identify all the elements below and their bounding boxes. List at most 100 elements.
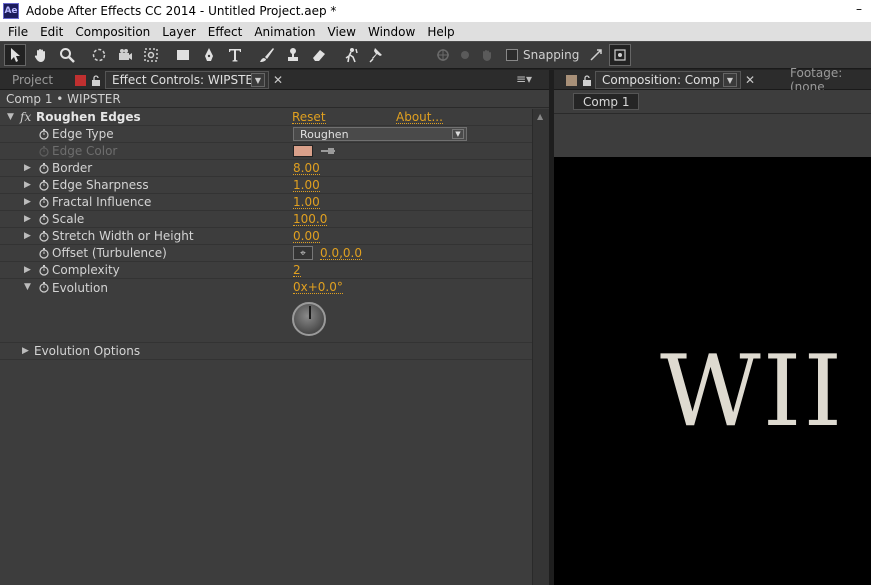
layer-dropdown-arrow-icon[interactable]: ▼ — [251, 73, 265, 87]
stopwatch-icon[interactable] — [38, 179, 50, 191]
stopwatch-icon[interactable] — [38, 162, 50, 174]
world-axis-mode-icon[interactable] — [454, 44, 476, 66]
pan-behind-tool-icon[interactable] — [140, 44, 162, 66]
snapping-checkbox[interactable] — [506, 49, 518, 61]
stopwatch-icon[interactable] — [38, 247, 50, 259]
edge-type-dropdown[interactable]: Roughen ▼ — [293, 127, 467, 141]
rotation-tool-icon[interactable] — [88, 44, 110, 66]
selection-tool-icon[interactable] — [4, 44, 26, 66]
pen-tool-icon[interactable] — [198, 44, 220, 66]
lock-icon[interactable] — [582, 75, 592, 86]
effect-controls-color-icon — [75, 75, 86, 86]
property-row-complexity: ▶ Complexity 2 — [0, 262, 532, 279]
tab-effect-controls[interactable]: Effect Controls: WIPSTER ▼ — [105, 71, 269, 89]
property-label: Evolution — [52, 280, 108, 295]
complexity-value[interactable]: 2 — [293, 264, 301, 277]
twirl-closed-icon[interactable]: ▶ — [24, 265, 34, 275]
twirl-closed-icon[interactable]: ▶ — [24, 180, 34, 190]
twirl-closed-icon[interactable]: ▶ — [24, 197, 34, 207]
composition-viewer[interactable]: WII — [554, 157, 871, 585]
minimize-button[interactable]: – — [847, 0, 871, 20]
twirl-closed-icon[interactable]: ▶ — [24, 231, 34, 241]
eyedropper-icon[interactable] — [319, 146, 337, 156]
stopwatch-icon[interactable] — [38, 264, 50, 276]
eraser-tool-icon[interactable] — [308, 44, 330, 66]
fx-toggle-icon[interactable]: fx — [20, 110, 31, 124]
lock-icon[interactable] — [91, 75, 101, 86]
menu-effect[interactable]: Effect — [204, 25, 247, 39]
snapping-options-icon[interactable] — [585, 44, 607, 66]
stopwatch-icon[interactable] — [38, 281, 50, 293]
roto-brush-tool-icon[interactable] — [340, 44, 362, 66]
close-tab-icon[interactable]: ✕ — [745, 73, 755, 87]
tab-project[interactable]: Project — [12, 70, 53, 90]
composition-dropdown-arrow-icon[interactable]: ▼ — [723, 73, 737, 87]
dial-needle — [309, 306, 311, 319]
edge-color-swatch[interactable] — [293, 145, 313, 157]
property-label: Edge Color — [52, 144, 118, 158]
zoom-tool-icon[interactable] — [56, 44, 78, 66]
fractal-influence-value[interactable]: 1.00 — [293, 196, 320, 209]
vertical-scrollbar[interactable]: ▲ — [532, 109, 549, 585]
snap-target-icon[interactable] — [609, 44, 632, 66]
property-row-border: ▶ Border 8.00 — [0, 160, 532, 177]
menu-file[interactable]: File — [4, 25, 32, 39]
twirl-open-icon[interactable]: ▼ — [24, 282, 34, 292]
composition-navigator-bar: Comp 1 — [554, 90, 871, 114]
stopwatch-icon[interactable] — [38, 230, 50, 242]
menu-view[interactable]: View — [324, 25, 360, 39]
tab-effect-controls-label: Effect Controls: WIPSTER — [112, 73, 262, 87]
reset-link[interactable]: Reset — [292, 111, 326, 124]
close-tab-icon[interactable]: ✕ — [273, 73, 283, 87]
menu-help[interactable]: Help — [423, 25, 458, 39]
twirl-open-icon[interactable]: ▼ — [7, 112, 17, 122]
property-row-fractal-influence: ▶ Fractal Influence 1.00 — [0, 194, 532, 211]
property-row-edge-sharpness: ▶ Edge Sharpness 1.00 — [0, 177, 532, 194]
stretch-value[interactable]: 0.00 — [293, 230, 320, 243]
menu-edit[interactable]: Edit — [36, 25, 67, 39]
local-axis-mode-icon[interactable] — [432, 44, 454, 66]
view-axis-mode-icon[interactable] — [476, 44, 498, 66]
effect-header-row[interactable]: ▼ fx Roughen Edges Reset About... — [0, 109, 532, 126]
evolution-value[interactable]: 0x+0.0° — [293, 281, 343, 294]
property-row-evolution: ▼ Evolution 0x+0.0° — [0, 279, 532, 296]
twirl-closed-icon[interactable]: ▶ — [24, 163, 34, 173]
menu-window[interactable]: Window — [364, 25, 419, 39]
puppet-pin-tool-icon[interactable] — [366, 44, 388, 66]
clone-stamp-tool-icon[interactable] — [282, 44, 304, 66]
about-link[interactable]: About... — [396, 111, 443, 124]
brush-tool-icon[interactable] — [256, 44, 278, 66]
stopwatch-icon[interactable] — [38, 196, 50, 208]
layer-path-label: Comp 1 • WIPSTER — [6, 91, 121, 106]
stopwatch-icon[interactable] — [38, 213, 50, 225]
panel-menu-icon[interactable]: ≡▾ — [516, 72, 532, 86]
camera-tool-icon[interactable] — [114, 44, 136, 66]
stopwatch-icon[interactable] — [38, 128, 50, 140]
effect-name: Roughen Edges — [36, 110, 141, 124]
twirl-closed-icon[interactable]: ▶ — [24, 214, 34, 224]
menu-composition[interactable]: Composition — [71, 25, 154, 39]
evolution-angle-dial[interactable] — [292, 302, 326, 336]
scale-value[interactable]: 100.0 — [293, 213, 328, 226]
scroll-up-arrow-icon[interactable]: ▲ — [537, 112, 543, 121]
border-value[interactable]: 8.00 — [293, 162, 320, 175]
menu-animation[interactable]: Animation — [250, 25, 319, 39]
tab-footage[interactable]: Footage: (none — [790, 66, 871, 94]
menu-bar: File Edit Composition Layer Effect Anima… — [0, 22, 871, 41]
hand-tool-icon[interactable] — [30, 44, 52, 66]
rectangle-tool-icon[interactable] — [172, 44, 194, 66]
window-title: Adobe After Effects CC 2014 - Untitled P… — [26, 4, 337, 18]
evolution-dial-row — [0, 296, 532, 343]
property-label: Fractal Influence — [52, 195, 152, 209]
offset-value[interactable]: 0.0,0.0 — [320, 247, 362, 260]
twirl-closed-icon[interactable]: ▶ — [22, 346, 32, 356]
property-label: Edge Sharpness — [52, 178, 149, 192]
menu-layer[interactable]: Layer — [158, 25, 199, 39]
property-label: Offset (Turbulence) — [52, 246, 167, 260]
comp-breadcrumb-chip[interactable]: Comp 1 — [573, 93, 640, 110]
crosshair-point-icon[interactable]: ⌖ — [293, 246, 313, 260]
property-group-evolution-options[interactable]: ▶ Evolution Options — [0, 343, 532, 360]
tab-composition[interactable]: Composition: Comp 1 ▼ — [595, 71, 741, 89]
edge-sharpness-value[interactable]: 1.00 — [293, 179, 320, 192]
type-tool-icon[interactable] — [224, 44, 246, 66]
